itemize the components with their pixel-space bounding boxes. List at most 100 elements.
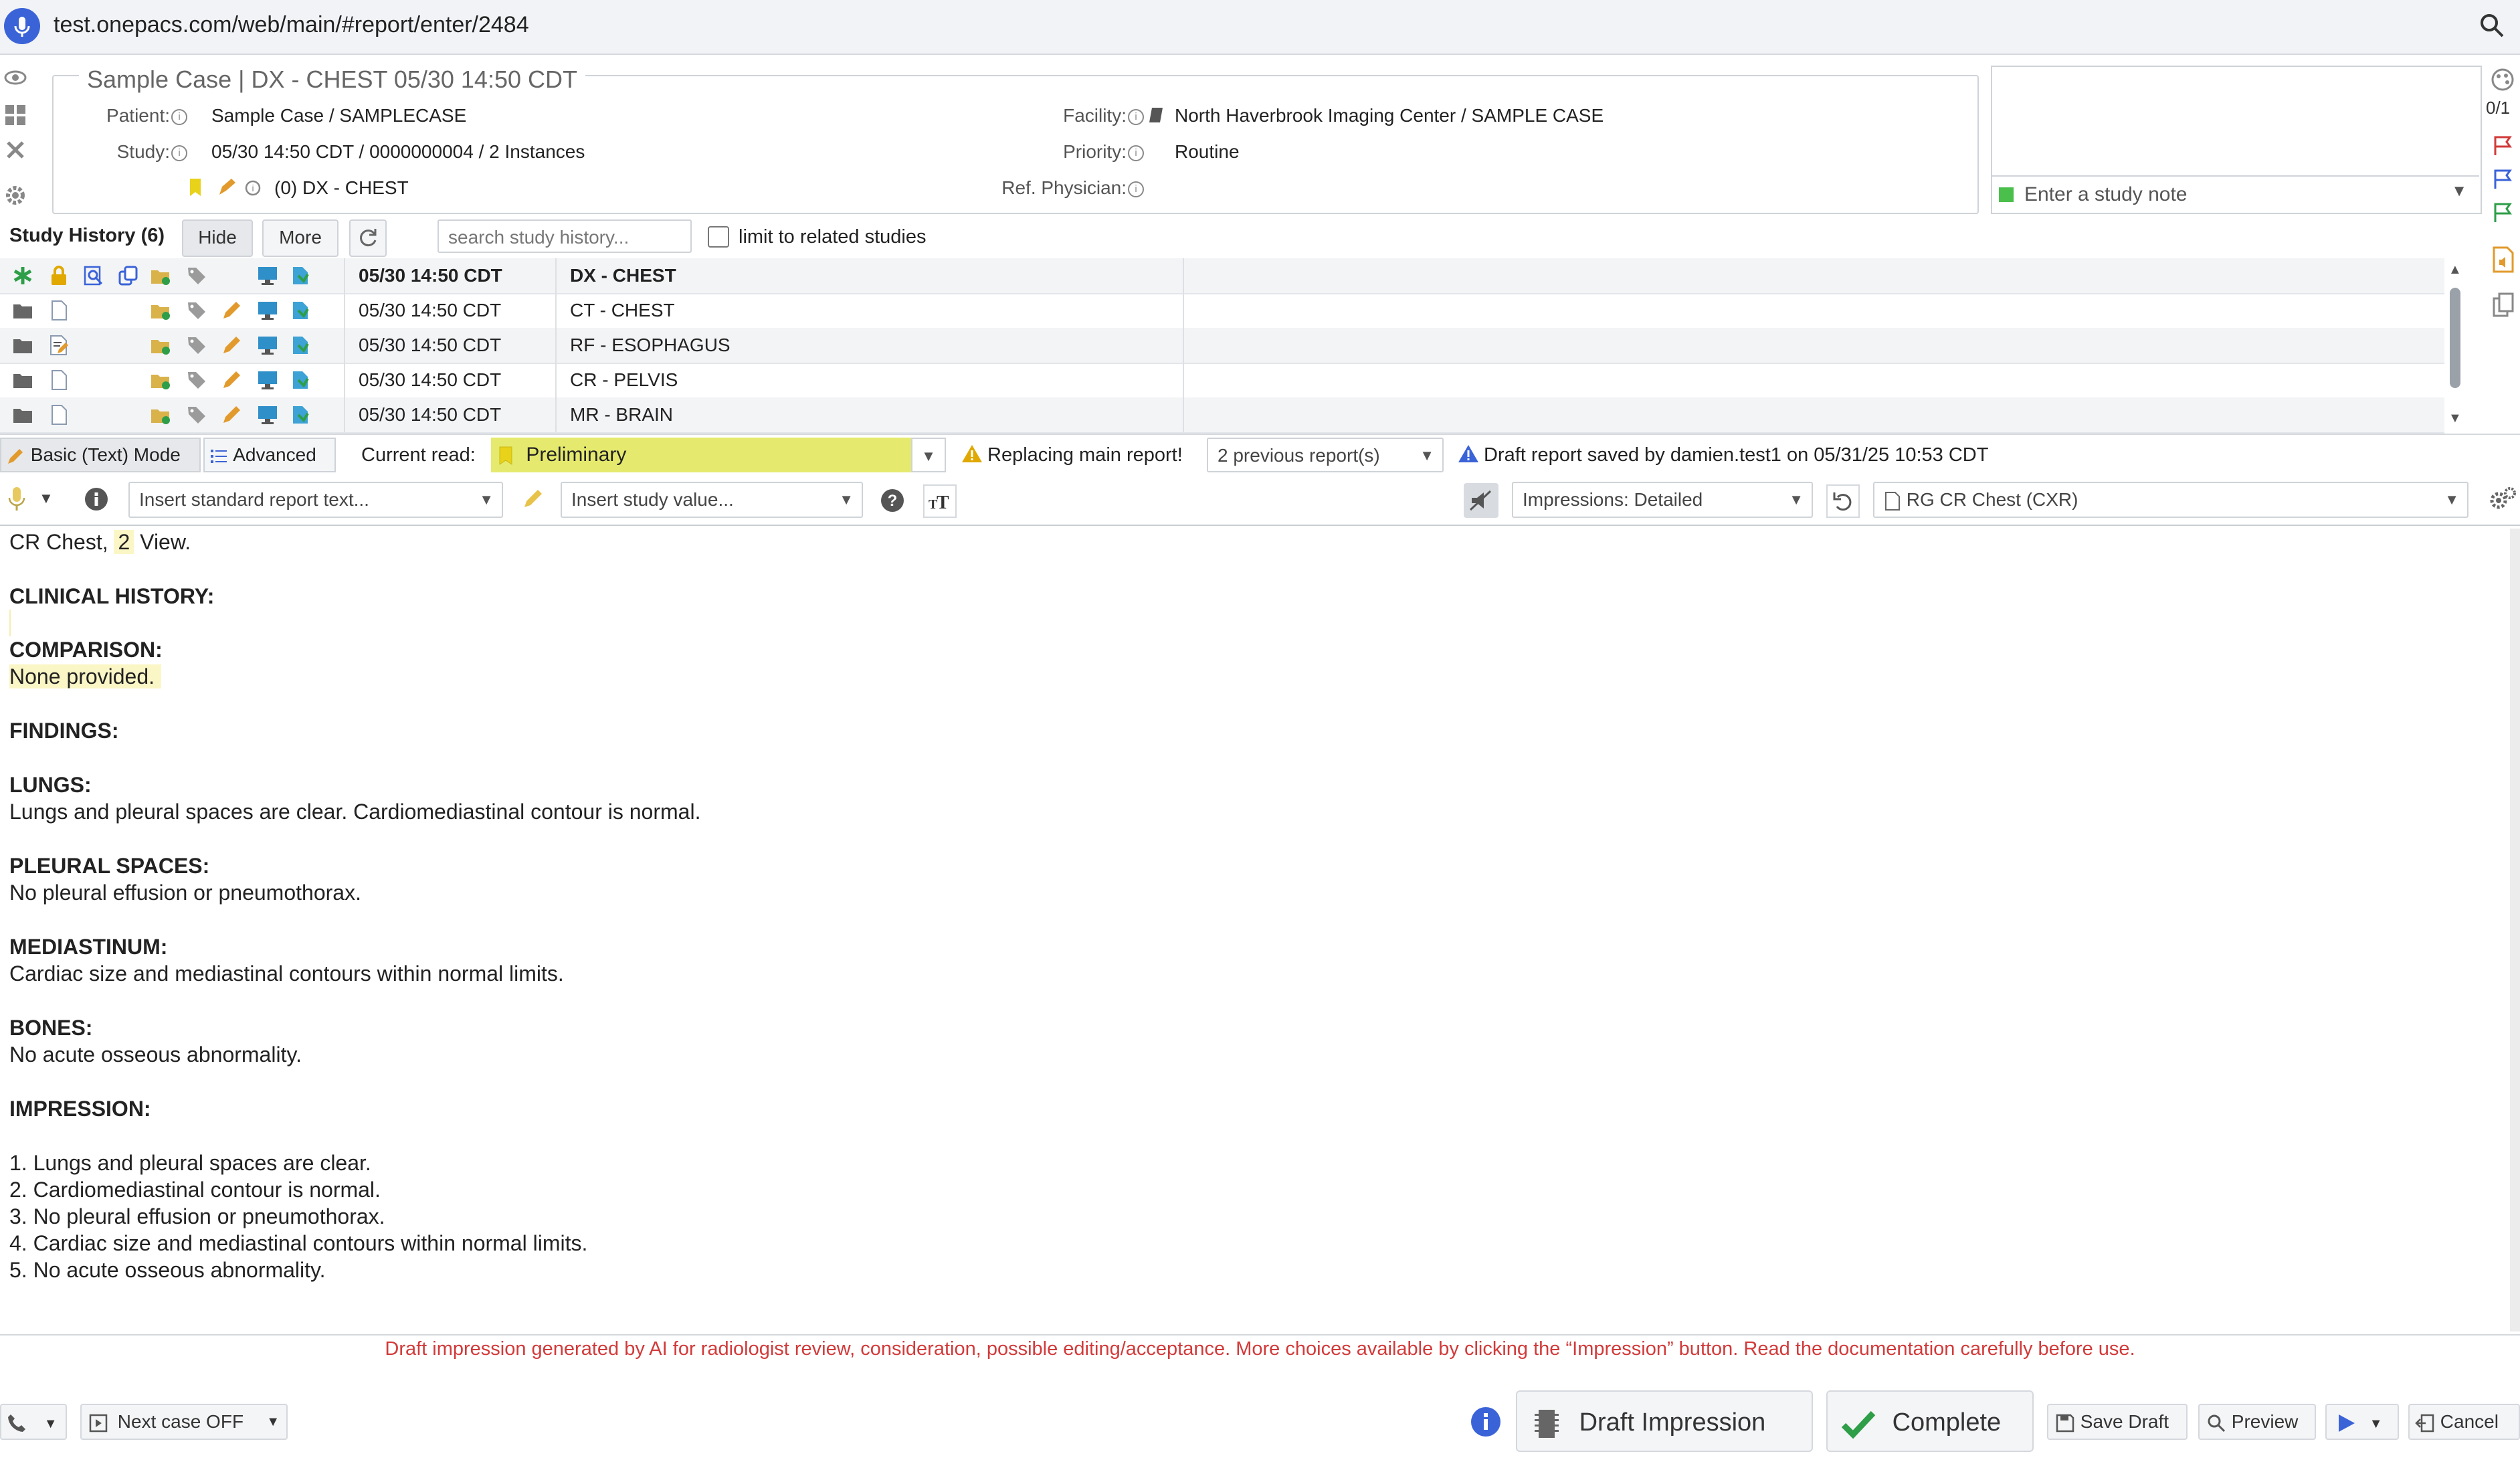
chevron-down-icon[interactable]: ▼	[2444, 483, 2459, 517]
history-search-input[interactable]: search study history...	[438, 219, 692, 253]
folder-icon[interactable]	[12, 369, 33, 391]
chevron-down-icon[interactable]: ▼	[266, 1405, 280, 1439]
table-row[interactable]: 05/30 14:50 CDT DX - CHEST	[0, 258, 2444, 294]
table-row[interactable]: 05/30 14:50 CDT CR - PELVIS	[0, 363, 2444, 399]
palette-icon[interactable]	[2490, 67, 2515, 96]
table-row[interactable]: 05/30 14:50 CDT RF - ESOPHAGUS	[0, 328, 2444, 364]
tag-icon[interactable]	[186, 265, 207, 286]
pencil-icon[interactable]	[522, 487, 545, 513]
close-icon[interactable]	[3, 138, 28, 163]
monitor-icon[interactable]	[257, 265, 278, 286]
folder-icon[interactable]	[12, 335, 33, 356]
refresh-button[interactable]	[349, 219, 387, 257]
dicom-send-icon[interactable]	[290, 335, 312, 356]
advanced-mode-tab[interactable]: Advanced	[203, 438, 336, 472]
grid-icon[interactable]	[3, 103, 28, 128]
report-scrollbar[interactable]	[2510, 529, 2520, 1331]
text-format-icon[interactable]: TT	[923, 484, 957, 518]
document-icon[interactable]	[48, 300, 70, 321]
play-button[interactable]: ▼	[2325, 1404, 2399, 1440]
copy-icon[interactable]	[118, 265, 139, 286]
chevron-down-icon[interactable]: ▼	[479, 483, 494, 517]
insert-study-value-select[interactable]: Insert study value... ▼	[561, 482, 863, 518]
dicom-send-icon[interactable]	[290, 265, 312, 286]
monitor-icon[interactable]	[257, 404, 278, 426]
info-icon[interactable]	[83, 486, 110, 516]
draft-impression-button[interactable]: Draft Impression	[1516, 1390, 1813, 1452]
copy-icon[interactable]	[2491, 292, 2515, 322]
info-icon[interactable]: i	[171, 145, 187, 161]
chevron-down-icon[interactable]: ▼	[2451, 182, 2467, 201]
tag-icon[interactable]	[186, 300, 207, 321]
impressions-select[interactable]: Impressions: Detailed ▼	[1512, 482, 1813, 518]
asterisk-icon[interactable]	[12, 265, 33, 286]
preview-button[interactable]: Preview	[2198, 1404, 2316, 1440]
hide-button[interactable]: Hide	[182, 219, 253, 257]
eye-icon[interactable]	[3, 66, 28, 91]
info-icon[interactable]: i	[1128, 145, 1144, 161]
history-scroll-thumb[interactable]	[2450, 288, 2460, 388]
dicom-send-icon[interactable]	[290, 369, 312, 391]
phone-button[interactable]: ▼	[0, 1404, 67, 1440]
cancel-button[interactable]: Cancel	[2408, 1404, 2520, 1440]
chevron-down-icon[interactable]: ▼	[1789, 483, 1804, 517]
info-icon[interactable]: i	[171, 108, 187, 125]
complete-button[interactable]: Complete	[1826, 1390, 2034, 1452]
dicom-send-icon[interactable]	[290, 300, 312, 321]
monitor-icon[interactable]	[257, 300, 278, 321]
report-editor[interactable]: CR Chest, 2 View. CLINICAL HISTORY: COMP…	[9, 529, 2485, 1331]
insert-standard-text-select[interactable]: Insert standard report text... ▼	[128, 482, 503, 518]
gear-icon[interactable]	[3, 183, 28, 209]
document-icon[interactable]	[48, 404, 70, 426]
chevron-down-icon[interactable]: ▼	[1420, 439, 1434, 472]
save-draft-button[interactable]: Save Draft	[2047, 1404, 2188, 1440]
comparison-field[interactable]: None provided.	[9, 664, 162, 688]
pencil-icon[interactable]	[221, 300, 242, 321]
lock-icon[interactable]	[48, 265, 70, 286]
folder-icon[interactable]	[12, 300, 33, 321]
info-icon[interactable]: i	[1128, 181, 1144, 197]
pencil-icon[interactable]	[221, 335, 242, 356]
study-note-input[interactable]: Enter a study note ▼	[1991, 175, 2479, 214]
url-text[interactable]: test.onepacs.com/web/main/#report/enter/…	[54, 12, 529, 38]
clinical-history-field[interactable]	[9, 610, 2485, 636]
info-icon[interactable]	[1469, 1405, 1503, 1442]
dictation-microphone-icon[interactable]	[5, 484, 28, 517]
blue-flag-icon[interactable]	[2491, 167, 2515, 195]
undo-icon[interactable]	[1826, 484, 1860, 518]
search-document-icon[interactable]	[83, 265, 104, 286]
settings-gears-icon[interactable]	[2487, 484, 2518, 519]
bookmark-icon[interactable]: i	[187, 177, 261, 199]
previous-reports-select[interactable]: 2 previous report(s) ▼	[1207, 438, 1444, 472]
view-count-field[interactable]: 2	[114, 530, 134, 554]
document-icon[interactable]	[48, 369, 70, 391]
microphone-icon[interactable]	[4, 8, 40, 44]
monitor-icon[interactable]	[257, 335, 278, 356]
table-row[interactable]: 05/30 14:50 CDT CT - CHEST	[0, 293, 2444, 329]
folder-add-icon[interactable]	[150, 369, 171, 391]
folder-icon[interactable]	[12, 404, 33, 426]
scroll-up-icon[interactable]: ▲	[2448, 262, 2462, 278]
dicom-send-icon[interactable]	[290, 404, 312, 426]
folder-add-icon[interactable]	[150, 265, 171, 286]
scroll-down-icon[interactable]: ▼	[2448, 411, 2462, 426]
monitor-icon[interactable]	[257, 369, 278, 391]
template-select[interactable]: RG CR Chest (CXR) ▼	[1873, 482, 2468, 518]
chevron-down-icon[interactable]: ▼	[839, 483, 854, 517]
tag-icon[interactable]	[186, 335, 207, 356]
next-case-button[interactable]: Next case OFF ▼	[80, 1404, 288, 1440]
folder-add-icon[interactable]	[150, 300, 171, 321]
limit-related-checkbox[interactable]	[708, 226, 729, 248]
chevron-down-icon[interactable]: ▼	[911, 438, 946, 472]
more-button[interactable]: More	[262, 219, 338, 257]
table-row[interactable]: 05/30 14:50 CDT MR - BRAIN	[0, 397, 2444, 434]
pencil-icon[interactable]	[221, 404, 242, 426]
folder-add-icon[interactable]	[150, 404, 171, 426]
zoom-icon[interactable]	[2479, 12, 2505, 45]
help-icon[interactable]: ?	[879, 487, 906, 517]
chevron-down-icon[interactable]: ▼	[39, 490, 54, 507]
edit-document-icon[interactable]	[48, 335, 70, 356]
basic-mode-tab[interactable]: Basic (Text) Mode	[0, 438, 201, 472]
info-icon[interactable]: i	[1128, 108, 1144, 125]
tag-icon[interactable]	[186, 404, 207, 426]
